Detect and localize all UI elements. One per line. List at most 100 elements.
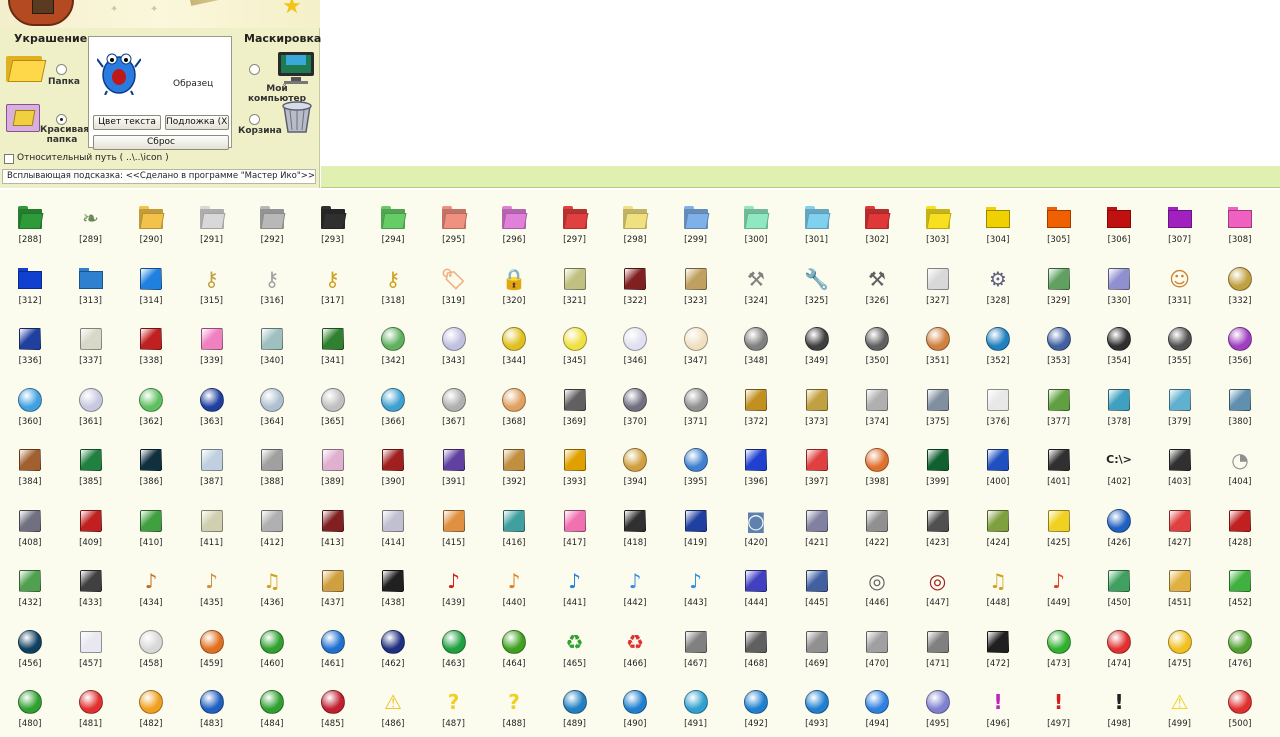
icon-cell[interactable]: ♪ [449] bbox=[1034, 558, 1084, 616]
disc-icon[interactable] bbox=[78, 387, 104, 413]
wrench-icon[interactable]: 🔧 bbox=[804, 266, 830, 292]
icon-cell[interactable]: [384] bbox=[5, 437, 55, 495]
icon-cell[interactable]: [398] bbox=[852, 437, 902, 495]
app-icon[interactable] bbox=[743, 568, 769, 594]
warning-icon[interactable]: ⚠ bbox=[1167, 689, 1193, 715]
icon-cell[interactable]: 🏷 [319] bbox=[429, 256, 479, 314]
key-icon[interactable]: ⚷ bbox=[380, 266, 406, 292]
recycle-bin-radio[interactable] bbox=[249, 114, 260, 125]
disc-icon[interactable] bbox=[380, 629, 406, 655]
disc-icon[interactable] bbox=[743, 326, 769, 352]
note-icon[interactable]: ♪ bbox=[562, 568, 588, 594]
icon-cell[interactable]: [437] bbox=[308, 558, 358, 616]
folder-icon[interactable] bbox=[441, 205, 467, 231]
exclaim-icon[interactable]: ! bbox=[1106, 689, 1132, 715]
icon-cell[interactable]: [349] bbox=[792, 316, 842, 374]
disc-icon[interactable] bbox=[864, 689, 890, 715]
drums-icon[interactable]: ◎ bbox=[864, 568, 890, 594]
icon-cell[interactable]: [472] bbox=[973, 619, 1023, 677]
disc-icon[interactable] bbox=[1106, 326, 1132, 352]
app-icon[interactable] bbox=[1046, 266, 1072, 292]
icon-cell[interactable]: [296] bbox=[489, 195, 539, 253]
relative-path-checkbox[interactable] bbox=[4, 154, 14, 164]
app-icon[interactable] bbox=[1046, 508, 1072, 534]
icon-cell[interactable]: [368] bbox=[489, 377, 539, 435]
icon-cell[interactable]: [482] bbox=[126, 679, 176, 737]
icon-cell[interactable]: [352] bbox=[973, 316, 1023, 374]
icon-cell[interactable]: [340] bbox=[247, 316, 297, 374]
key-icon[interactable]: ⚷ bbox=[199, 266, 225, 292]
folder-icon[interactable] bbox=[925, 205, 951, 231]
disc-icon[interactable] bbox=[1227, 629, 1253, 655]
reset-button[interactable]: Сброс bbox=[93, 135, 229, 150]
icon-cell[interactable]: [468] bbox=[731, 619, 781, 677]
icon-cell[interactable]: [393] bbox=[550, 437, 600, 495]
icon-cell[interactable]: [371] bbox=[671, 377, 721, 435]
icon-cell[interactable]: [343] bbox=[429, 316, 479, 374]
app-icon[interactable] bbox=[562, 387, 588, 413]
disc-icon[interactable] bbox=[199, 689, 225, 715]
app-icon[interactable] bbox=[864, 629, 890, 655]
tooltip-text-field[interactable]: Всплывающая подсказка: <<Сделано в прогр… bbox=[2, 169, 316, 184]
icon-cell[interactable]: ◙ [420] bbox=[731, 498, 781, 556]
disc-icon[interactable] bbox=[562, 326, 588, 352]
monitor-icon[interactable] bbox=[276, 50, 316, 86]
icon-cell[interactable]: [414] bbox=[368, 498, 418, 556]
disc-icon[interactable] bbox=[622, 689, 648, 715]
icon-cell[interactable]: [307] bbox=[1155, 195, 1205, 253]
key-icon[interactable]: ⚷ bbox=[320, 266, 346, 292]
icon-cell[interactable]: [493] bbox=[792, 679, 842, 737]
disc-icon[interactable] bbox=[1106, 629, 1132, 655]
app-icon[interactable] bbox=[562, 508, 588, 534]
icon-cell[interactable]: [322] bbox=[610, 256, 660, 314]
recycle-icon[interactable]: ♻ bbox=[562, 629, 588, 655]
icon-cell[interactable]: [460] bbox=[247, 619, 297, 677]
icon-cell[interactable]: [321] bbox=[550, 256, 600, 314]
icon-cell[interactable]: [374] bbox=[852, 377, 902, 435]
icon-cell[interactable]: C:\> [402] bbox=[1094, 437, 1144, 495]
icon-cell[interactable]: [290] bbox=[126, 195, 176, 253]
icon-cell[interactable]: [323] bbox=[671, 256, 721, 314]
sax-icon[interactable]: ♫ bbox=[985, 568, 1011, 594]
icon-cell[interactable]: [330] bbox=[1094, 256, 1144, 314]
icon-cell[interactable]: [370] bbox=[610, 377, 660, 435]
icon-cell[interactable]: [351] bbox=[913, 316, 963, 374]
app-icon[interactable] bbox=[17, 508, 43, 534]
exclaim-icon[interactable]: ! bbox=[1046, 689, 1072, 715]
drums-icon[interactable]: ◎ bbox=[925, 568, 951, 594]
app-icon[interactable] bbox=[17, 326, 43, 352]
disc-icon[interactable] bbox=[17, 689, 43, 715]
icon-cell[interactable]: [372] bbox=[731, 377, 781, 435]
icon-cell[interactable]: [396] bbox=[731, 437, 781, 495]
icon-cell[interactable]: [399] bbox=[913, 437, 963, 495]
icon-cell[interactable]: [470] bbox=[852, 619, 902, 677]
icon-cell[interactable]: [344] bbox=[489, 316, 539, 374]
disc-icon[interactable] bbox=[138, 689, 164, 715]
app-icon[interactable] bbox=[17, 568, 43, 594]
icon-cell[interactable]: [464] bbox=[489, 619, 539, 677]
icon-cell[interactable]: ♻ [465] bbox=[550, 619, 600, 677]
app-icon[interactable] bbox=[138, 266, 164, 292]
app-icon[interactable] bbox=[380, 568, 406, 594]
icon-cell[interactable]: ⚷ [318] bbox=[368, 256, 418, 314]
icon-cell[interactable]: [392] bbox=[489, 437, 539, 495]
icon-cell[interactable]: [463] bbox=[429, 619, 479, 677]
icon-cell[interactable]: [481] bbox=[66, 679, 116, 737]
icon-cell[interactable]: ? [488] bbox=[489, 679, 539, 737]
icon-cell[interactable]: [445] bbox=[792, 558, 842, 616]
app-icon[interactable] bbox=[380, 447, 406, 473]
disc-icon[interactable] bbox=[925, 689, 951, 715]
app-icon[interactable] bbox=[743, 629, 769, 655]
guitar-icon[interactable]: ♪ bbox=[199, 568, 225, 594]
app-icon[interactable] bbox=[1227, 508, 1253, 534]
disc-icon[interactable] bbox=[683, 447, 709, 473]
person-icon[interactable]: ☺ bbox=[1167, 266, 1193, 292]
icon-cell[interactable]: ! [496] bbox=[973, 679, 1023, 737]
key-icon[interactable]: ⚷ bbox=[259, 266, 285, 292]
app-icon[interactable] bbox=[985, 387, 1011, 413]
icon-cell[interactable]: [355] bbox=[1155, 316, 1205, 374]
app-icon[interactable] bbox=[804, 447, 830, 473]
icon-cell[interactable]: ! [497] bbox=[1034, 679, 1084, 737]
icon-cell[interactable]: [459] bbox=[187, 619, 237, 677]
app-icon[interactable] bbox=[985, 447, 1011, 473]
